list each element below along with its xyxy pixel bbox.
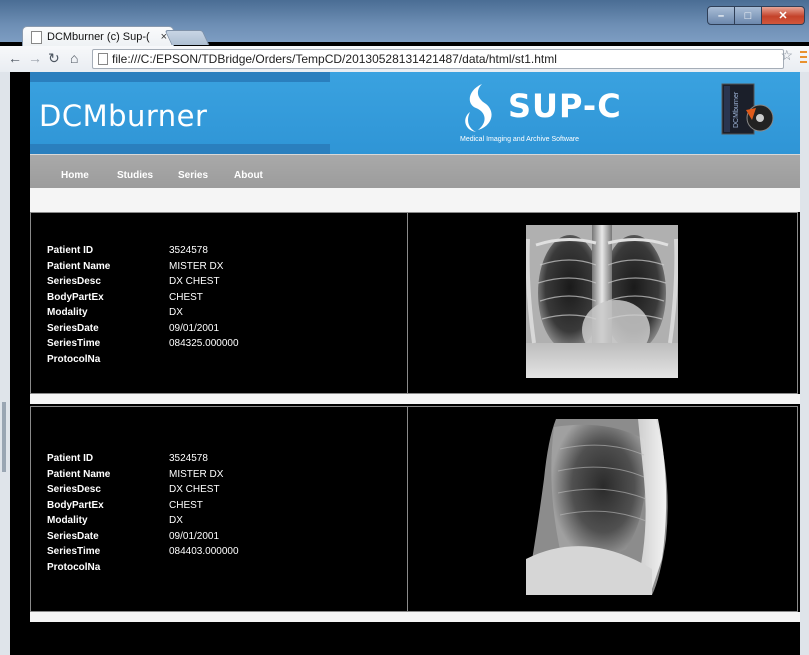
series-separator [30,394,800,404]
info-row: Patient ID 3524578 [47,243,239,259]
series-border [797,213,798,393]
series-block-2: Patient ID 3524578 Patient Name MISTER DX … [30,406,798,612]
field-value: MISTER DX [169,468,224,480]
field-value: 084403.000000 [169,546,239,557]
main-nav: Home Studies Series About [30,154,800,188]
page-content: DCMburner SUP-C Medical Imaging and Arch… [10,72,800,655]
field-value: DX CHEST [169,276,220,287]
field-value: 084325.000000 [169,338,239,349]
series-separator [30,612,800,622]
field-value: DX [169,515,183,526]
sup-c-logo-icon [465,84,492,132]
browser-tab[interactable]: DCMburner (c) Sup-( × [22,26,174,47]
back-icon[interactable]: ← [8,50,22,66]
series-divider [407,213,408,393]
field-label: SeriesDate [47,530,99,542]
address-bar[interactable]: file:///C:/EPSON/TDBridge/Orders/TempCD/… [92,49,784,69]
field-label: ProtocolNa [47,561,101,573]
tagline: Medical Imaging and Archive Software [460,136,580,143]
product-box-label: DCMburner [733,91,740,128]
field-value: CHEST [169,291,203,303]
field-label: BodyPartEx [47,499,104,511]
field-label: Patient Name [47,468,111,480]
info-row: BodyPartEx CHEST [47,290,239,306]
field-value: DX CHEST [169,484,220,495]
info-row: SeriesDate 09/01/2001 [47,321,239,337]
field-label: Patient ID [47,453,94,464]
site-header: DCMburner SUP-C Medical Imaging and Arch… [30,72,800,154]
series-border [30,407,31,611]
field-value: DX [169,307,183,318]
series-border [30,213,31,393]
field-label: BodyPartEx [47,291,104,303]
tab-title: DCMburner (c) Sup-( [47,31,150,43]
field-label: SeriesDesc [47,484,101,495]
field-value: 3524578 [169,245,208,256]
field-value: 3524578 [169,453,208,464]
menu-icon[interactable] [800,51,807,63]
close-window-button[interactable]: ✕ [762,6,805,25]
header-stripe [30,144,330,154]
info-row: SeriesDesc DX CHEST [47,274,239,290]
series-border [797,407,798,611]
info-row: ProtocolNa [47,352,239,368]
field-label: SeriesTime [47,546,101,557]
info-row: ProtocolNa [47,560,239,576]
browser-toolbar: ← → ↻ ⌂ file:///C:/EPSON/TDBridge/Orders… [0,46,809,73]
new-tab-button[interactable] [164,30,210,45]
field-label: SeriesTime [47,338,101,349]
field-value: MISTER DX [169,260,224,272]
content-top-strip [30,188,800,212]
field-value: 09/01/2001 [169,530,220,542]
forward-icon[interactable]: → [28,50,42,66]
info-row: Patient ID 3524578 [47,451,239,467]
bookmark-star-icon[interactable]: ☆ [780,47,793,64]
info-row: SeriesTime 084403.000000 [47,544,239,560]
window-left-edge [0,72,10,655]
info-row: Patient Name MISTER DX [47,259,239,275]
nav-series[interactable]: Series [178,170,208,181]
field-label: Modality [47,307,88,318]
info-row: Modality DX [47,305,239,321]
window-titlebar: DCMburner (c) Sup-( × – □ ✕ [0,0,809,47]
chest-pa-xray-thumbnail[interactable] [526,225,678,378]
home-icon[interactable]: ⌂ [70,50,78,66]
field-value: 09/01/2001 [169,322,220,334]
info-row: Modality DX [47,513,239,529]
window-controls: – □ ✕ [707,6,805,25]
product-box-image: DCMburner [721,83,774,135]
logo-text: SUP-C [508,87,622,125]
field-label: Modality [47,515,88,526]
field-value: CHEST [169,499,203,511]
field-label: SeriesDate [47,322,99,334]
series-block-1: Patient ID 3524578 Patient Name MISTER DX … [30,212,798,394]
series-info: Patient ID 3524578 Patient Name MISTER DX … [47,243,239,367]
series-divider [407,407,408,611]
url-text: file:///C:/EPSON/TDBridge/Orders/TempCD/… [112,52,557,66]
page-icon [98,53,108,65]
reload-icon[interactable]: ↻ [48,50,60,67]
field-label: Patient ID [47,245,94,256]
field-label: Patient Name [47,260,111,272]
info-row: BodyPartEx CHEST [47,498,239,514]
maximize-button[interactable]: □ [735,6,762,25]
nav-about[interactable]: About [234,170,263,181]
info-row: SeriesTime 084325.000000 [47,336,239,352]
page-icon [31,30,42,44]
nav-studies[interactable]: Studies [117,170,153,181]
header-stripe [30,72,330,82]
window-right-edge [800,72,809,655]
site-title: DCMburner [39,99,208,133]
minimize-button[interactable]: – [707,6,735,25]
info-row: Patient Name MISTER DX [47,467,239,483]
field-label: ProtocolNa [47,353,101,365]
series-info: Patient ID 3524578 Patient Name MISTER DX … [47,451,239,575]
info-row: SeriesDesc DX CHEST [47,482,239,498]
nav-home[interactable]: Home [61,170,89,181]
info-row: SeriesDate 09/01/2001 [47,529,239,545]
chest-lateral-xray-thumbnail[interactable] [526,419,676,595]
field-label: SeriesDesc [47,276,101,287]
